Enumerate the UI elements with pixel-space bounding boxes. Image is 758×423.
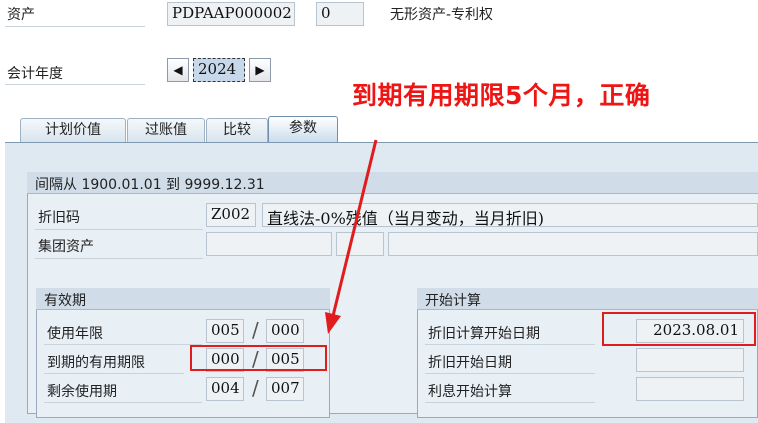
annotation-arrow [325,139,378,334]
arrow-shaft [331,139,378,317]
arrow-head [325,312,341,334]
